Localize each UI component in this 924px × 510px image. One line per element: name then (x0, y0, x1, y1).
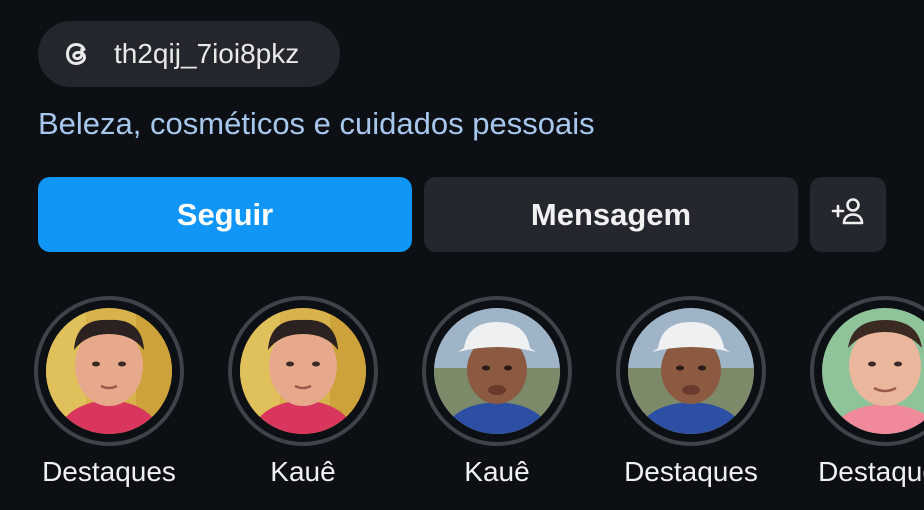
profile-category: Beleza, cosméticos e cuidados pessoais (38, 106, 595, 141)
follow-button[interactable]: Seguir (38, 177, 412, 252)
follow-button-label: Seguir (176, 196, 274, 232)
highlight-ring (34, 296, 184, 446)
highlight-cover-image (434, 308, 560, 434)
highlight-cover-image (822, 308, 924, 434)
highlight-label: Kauê (270, 456, 336, 487)
highlight-ring (810, 296, 924, 446)
message-button[interactable]: Mensagem (424, 177, 798, 252)
profile-header: th2qij_7ioi8pkz Beleza, cosméticos e cui… (0, 0, 924, 510)
highlight-cover-image (46, 308, 172, 434)
add-person-icon (830, 196, 866, 234)
threads-badge[interactable]: th2qij_7ioi8pkz (38, 21, 340, 87)
threads-handle: th2qij_7ioi8pkz (114, 38, 300, 69)
highlight-ring (616, 296, 766, 446)
message-button-label: Mensagem (530, 196, 692, 232)
suggested-users-button[interactable] (810, 177, 886, 252)
highlight-label: Destaques (42, 456, 176, 487)
highlight-ring (228, 296, 378, 446)
highlight-cover-image (628, 308, 754, 434)
threads-icon (60, 37, 94, 71)
highlight-label: Destaques (818, 456, 924, 487)
highlight-cover-image (240, 308, 366, 434)
highlight-label: Kauê (464, 456, 530, 487)
highlight-ring (422, 296, 572, 446)
highlight-label: Destaques (624, 456, 758, 487)
